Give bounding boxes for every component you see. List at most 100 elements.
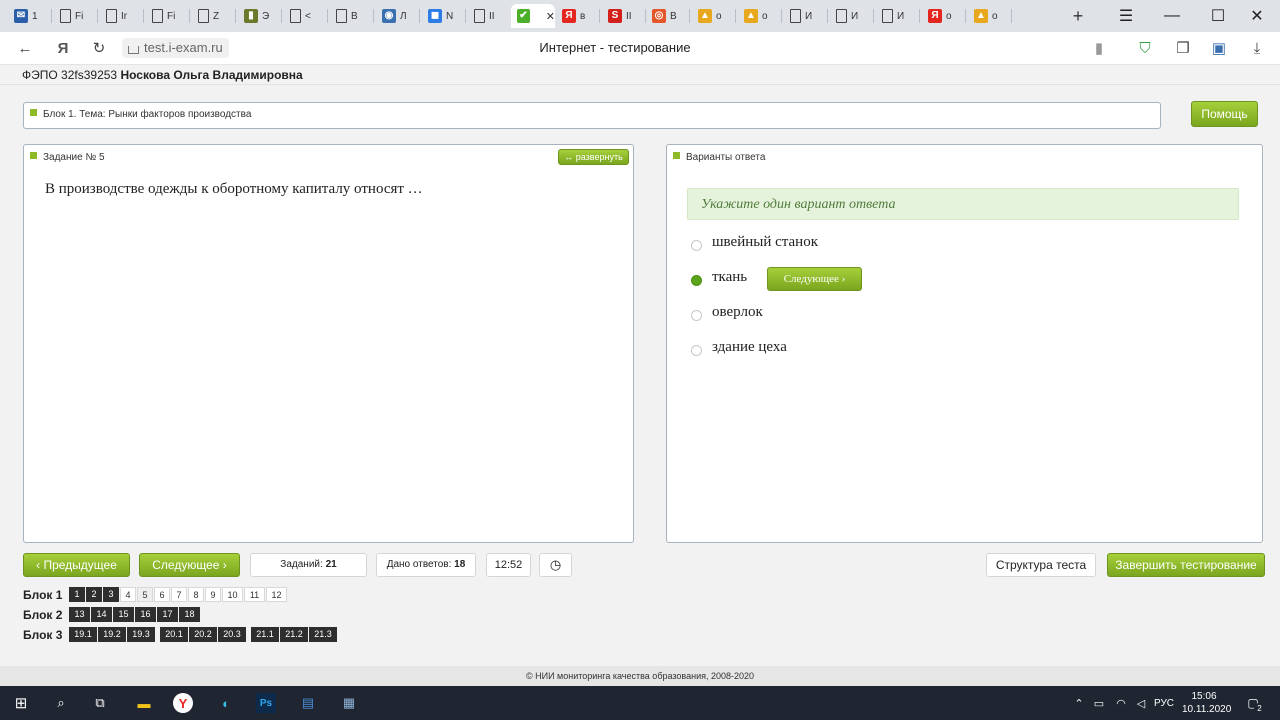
browser-tab[interactable]: И	[830, 4, 874, 28]
chevron-up-icon[interactable]: ⌃	[1068, 692, 1090, 714]
question-number-link[interactable]: 9	[205, 587, 221, 602]
browser-tab[interactable]: Ir	[100, 4, 144, 28]
browser-tab[interactable]: Z	[192, 4, 236, 28]
question-number-link[interactable]: 21.3	[309, 627, 337, 642]
extensions-icon[interactable]: ▣	[1208, 38, 1230, 58]
question-number-link[interactable]: 16	[135, 607, 156, 622]
answer-radio[interactable]	[691, 310, 702, 321]
question-number-link[interactable]: 5	[137, 587, 153, 602]
browser-tab[interactable]: II	[468, 4, 512, 28]
tab-label: Э	[262, 10, 270, 22]
expand-button[interactable]: ↔ развернуть	[558, 149, 629, 165]
question-number-link[interactable]: 15	[113, 607, 134, 622]
question-number-link[interactable]: 4	[120, 587, 136, 602]
topic-bar: Блок 1. Тема: Рынки факторов производств…	[23, 102, 1161, 129]
question-number-link[interactable]: 19.3	[127, 627, 155, 642]
browser-tab[interactable]: ◉ Л	[376, 4, 420, 28]
question-number-link[interactable]: 12	[266, 587, 287, 602]
structure-button[interactable]: Структура теста	[986, 553, 1096, 577]
protect-shield-icon[interactable]: ⛉	[1134, 38, 1156, 58]
tab-separator	[51, 9, 52, 23]
question-number-link[interactable]: 13	[69, 607, 90, 622]
answer-option-label[interactable]: ткань	[712, 269, 747, 286]
answer-option-label[interactable]: здание цеха	[712, 339, 787, 356]
browser-tab[interactable]: ✉ 1	[8, 4, 52, 28]
browser-tab[interactable]: И	[876, 4, 920, 28]
browser-tab-strip: ✉ 1 Fi Ir Fi Z ▮ Э < B ◉ Л ◼ N II ✔ ✕ Яв S II ◎ В ▲ о ▲ о И И И Яо ▲ о …	[0, 0, 1280, 32]
question-number-link[interactable]: 19.2	[98, 627, 126, 642]
browser-tab[interactable]: <	[284, 4, 328, 28]
windows-start-icon[interactable]: ⊞	[10, 692, 32, 714]
new-tab-button[interactable]: +	[1060, 4, 1090, 28]
browser-tab[interactable]: Яв	[556, 4, 600, 28]
browser-tab[interactable]: S II	[602, 4, 646, 28]
clock[interactable]: 15:06 10.11.2020	[1182, 690, 1231, 716]
question-number-link[interactable]: 20.1	[160, 627, 188, 642]
edge-icon[interactable]: ◐	[215, 692, 237, 714]
browser-tab[interactable]: ◎ В	[646, 4, 690, 28]
search-icon[interactable]: ⌕	[50, 692, 72, 714]
minimize-icon[interactable]: —	[1149, 0, 1195, 32]
browser-tab[interactable]: ▲ о	[692, 4, 736, 28]
question-number-link[interactable]: 21.2	[280, 627, 308, 642]
question-number-link[interactable]: 7	[171, 587, 187, 602]
volume-icon[interactable]: ◁	[1130, 692, 1152, 714]
answer-option-label[interactable]: оверлок	[712, 304, 763, 321]
question-number-link[interactable]: 3	[103, 587, 119, 602]
browser-tab[interactable]: B	[330, 4, 374, 28]
browser-tab[interactable]: ▲ о	[738, 4, 782, 28]
collections-icon[interactable]: ❐	[1172, 38, 1194, 58]
tabs-menu-icon[interactable]: ☰	[1103, 0, 1149, 32]
question-number-link[interactable]: 2	[86, 587, 102, 602]
finish-button[interactable]: Завершить тестирование	[1107, 553, 1265, 577]
question-number-link[interactable]: 11	[244, 587, 265, 602]
browser-tab[interactable]: ▲ о	[968, 4, 1012, 28]
close-tab-icon[interactable]: ✕	[546, 10, 555, 23]
browser-tab[interactable]: ▮ Э	[238, 4, 282, 28]
word-doc-icon[interactable]: ▤	[297, 692, 319, 714]
next-button[interactable]: Следующее ›	[139, 553, 240, 577]
question-number-link[interactable]: 19.1	[69, 627, 97, 642]
browser-tab[interactable]: Fi	[146, 4, 190, 28]
browser-tab[interactable]: ◼ N	[422, 4, 466, 28]
answer-option-label[interactable]: швейный станок	[712, 234, 818, 251]
answer-radio[interactable]	[691, 240, 702, 251]
browser-tab[interactable]: Яо	[922, 4, 966, 28]
question-number-link[interactable]: 6	[154, 587, 170, 602]
prev-button[interactable]: ‹ Предыдущее	[23, 553, 130, 577]
language-indicator[interactable]: РУС	[1154, 698, 1174, 709]
answer-radio[interactable]	[691, 345, 702, 356]
file-explorer-icon[interactable]: ▬	[133, 692, 155, 714]
battery-icon[interactable]: ▭	[1088, 692, 1110, 714]
photoshop-icon[interactable]: Ps	[256, 693, 276, 713]
wifi-icon[interactable]: ◠	[1110, 692, 1132, 714]
question-number-link[interactable]: 20.2	[189, 627, 217, 642]
question-number-link[interactable]: 10	[222, 587, 243, 602]
s-icon: S	[608, 9, 622, 23]
browser-tab[interactable]: Fi	[54, 4, 98, 28]
clock-icon[interactable]: ◷	[539, 553, 572, 577]
question-number-link[interactable]: 8	[188, 587, 204, 602]
tab-label: И	[805, 10, 813, 22]
downloads-icon[interactable]: ⤓	[1246, 38, 1268, 58]
yandex-browser-icon[interactable]: Y	[173, 693, 193, 713]
close-window-icon[interactable]: ✕	[1234, 0, 1280, 32]
answer-radio[interactable]	[691, 275, 702, 286]
browser-tab[interactable]: ✔ ✕	[511, 4, 555, 28]
bookmark-icon[interactable]: ▮	[1088, 38, 1110, 58]
browser-tab[interactable]: И	[784, 4, 828, 28]
question-number-link[interactable]: 18	[179, 607, 200, 622]
copyright-text: © НИИ мониторинга качества образования, …	[525, 671, 755, 681]
task-view-icon[interactable]: ⧉	[89, 692, 111, 714]
help-button[interactable]: Помощь	[1191, 101, 1258, 127]
question-number-link[interactable]: 21.1	[251, 627, 279, 642]
question-number-link[interactable]: 17	[157, 607, 178, 622]
calculator-icon[interactable]: ▦	[338, 692, 360, 714]
question-number-link[interactable]: 14	[91, 607, 112, 622]
question-number-link[interactable]: 1	[69, 587, 85, 602]
inline-next-button[interactable]: Следующее ›	[767, 267, 862, 291]
question-number-link[interactable]: 20.3	[218, 627, 246, 642]
tab-separator	[873, 9, 874, 23]
tab-label: II	[489, 10, 495, 22]
chat-icon: ◼	[428, 9, 442, 23]
